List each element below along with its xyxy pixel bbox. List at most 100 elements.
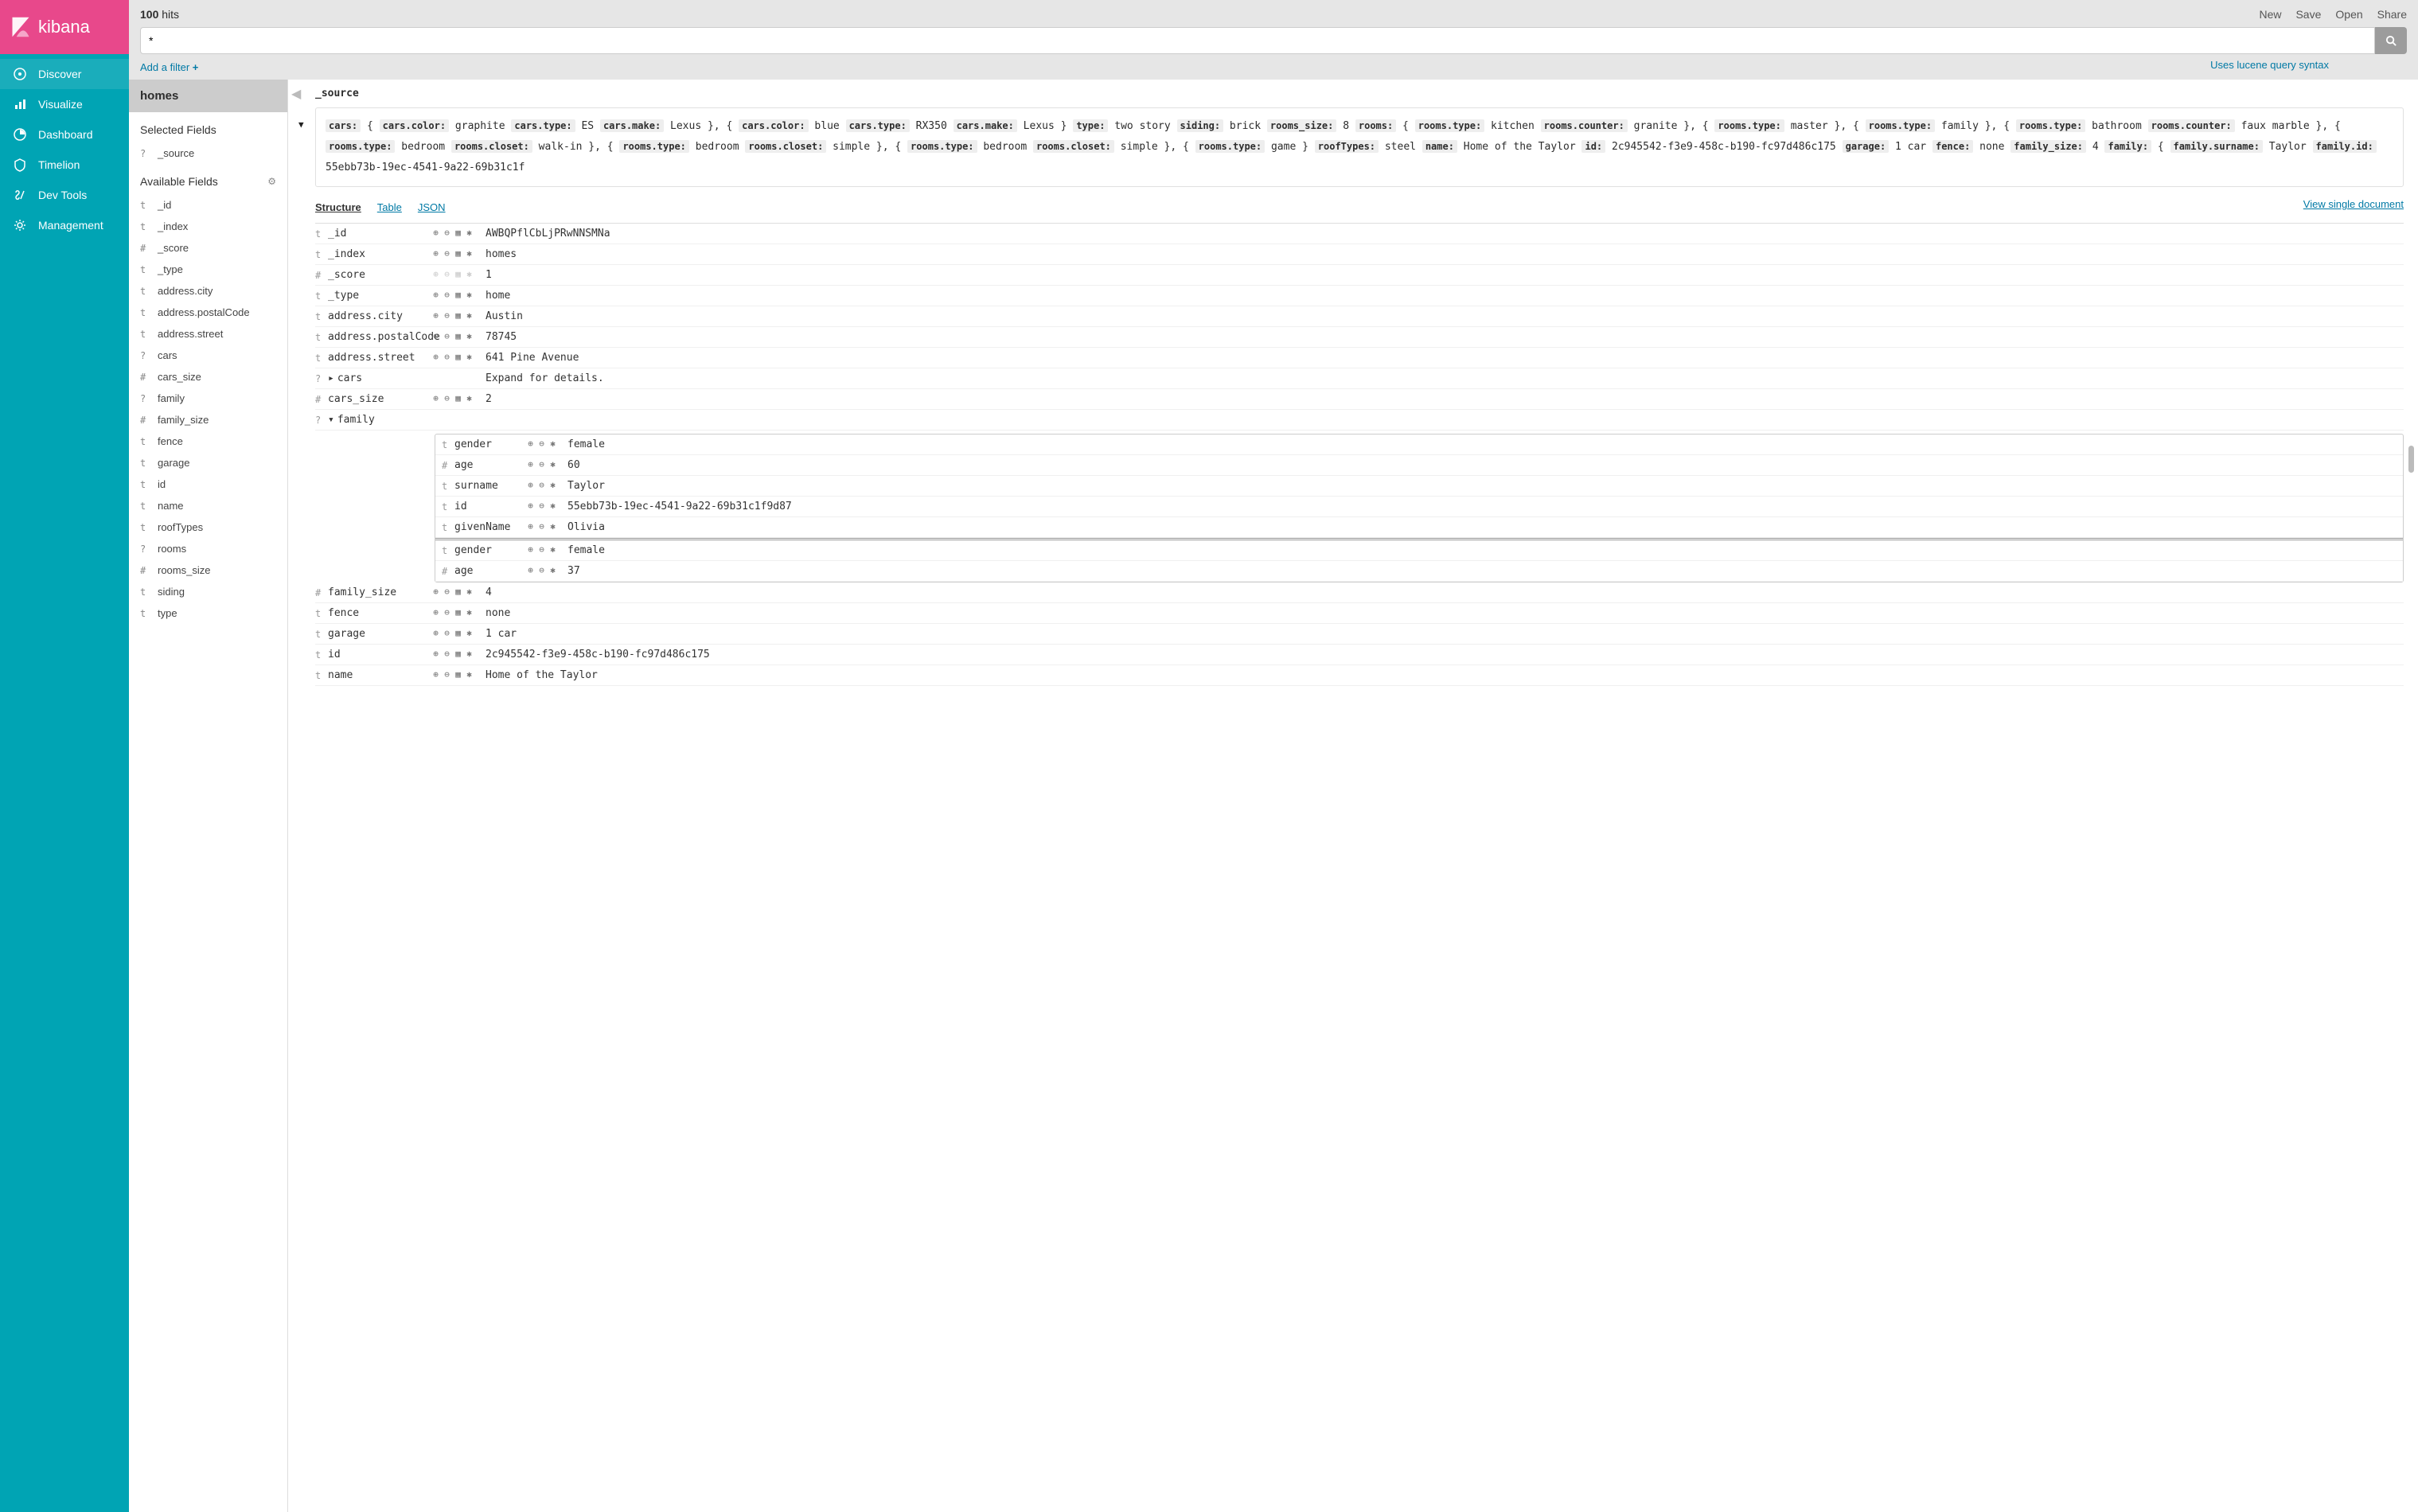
search-input[interactable] [140,27,2375,54]
field-item[interactable]: tid [129,473,287,495]
nav-item-visualize[interactable]: Visualize [0,89,129,119]
zoom-out-icon[interactable]: ⊖ [443,607,451,618]
zoom-out-icon[interactable]: ⊖ [537,521,546,532]
zoom-out-icon[interactable]: ⊖ [537,565,546,575]
zoom-in-icon[interactable]: ⊕ [431,586,440,597]
zoom-in-icon[interactable]: ⊕ [526,480,535,490]
action-new[interactable]: New [2259,8,2281,21]
zoom-in-icon[interactable]: ⊕ [431,310,440,321]
index-pattern-header[interactable]: homes [129,80,287,112]
field-item[interactable]: t_index [129,216,287,237]
nav-item-dev-tools[interactable]: Dev Tools [0,180,129,210]
star-icon[interactable]: ✱ [548,544,557,555]
column-icon[interactable]: ▦ [454,669,462,680]
zoom-out-icon[interactable]: ⊖ [537,501,546,511]
star-icon[interactable]: ✱ [465,290,474,300]
star-icon[interactable]: ✱ [465,586,474,597]
nav-item-timelion[interactable]: Timelion [0,150,129,180]
column-icon[interactable]: ▦ [454,393,462,403]
zoom-in-icon[interactable]: ⊕ [431,228,440,238]
zoom-out-icon[interactable]: ⊖ [537,480,546,490]
star-icon[interactable]: ✱ [465,331,474,341]
zoom-out-icon[interactable]: ⊖ [443,669,451,680]
field-item[interactable]: taddress.street [129,323,287,345]
zoom-in-icon[interactable]: ⊕ [431,628,440,638]
field-item[interactable]: t_type [129,259,287,280]
column-icon[interactable]: ▦ [454,649,462,659]
zoom-out-icon[interactable]: ⊖ [443,393,451,403]
column-icon[interactable]: ▦ [454,607,462,618]
zoom-out-icon[interactable]: ⊖ [443,649,451,659]
column-icon[interactable]: ▦ [454,248,462,259]
field-item[interactable]: #cars_size [129,366,287,388]
zoom-out-icon[interactable]: ⊖ [443,248,451,259]
zoom-in-icon[interactable]: ⊕ [431,393,440,403]
star-icon[interactable]: ✱ [465,607,474,618]
nav-item-management[interactable]: Management [0,210,129,240]
tab-table[interactable]: Table [377,198,402,216]
column-icon[interactable]: ▦ [454,331,462,341]
column-icon[interactable]: ▦ [454,586,462,597]
action-save[interactable]: Save [2295,8,2321,21]
field-item[interactable]: troofTypes [129,516,287,538]
collapse-panel-icon[interactable]: ◀ [291,86,301,102]
star-icon[interactable]: ✱ [465,228,474,238]
zoom-in-icon[interactable]: ⊕ [431,269,440,279]
zoom-out-icon[interactable]: ⊖ [443,352,451,362]
field-item[interactable]: ?_source [129,142,287,164]
zoom-out-icon[interactable]: ⊖ [443,331,451,341]
zoom-in-icon[interactable]: ⊕ [431,352,440,362]
star-icon[interactable]: ✱ [548,521,557,532]
zoom-in-icon[interactable]: ⊕ [526,565,535,575]
field-item[interactable]: tsiding [129,581,287,602]
tab-structure[interactable]: Structure [315,198,361,216]
zoom-in-icon[interactable]: ⊕ [526,521,535,532]
zoom-out-icon[interactable]: ⊖ [443,228,451,238]
star-icon[interactable]: ✱ [548,480,557,490]
zoom-out-icon[interactable]: ⊖ [443,310,451,321]
star-icon[interactable]: ✱ [548,459,557,470]
zoom-in-icon[interactable]: ⊕ [526,501,535,511]
scrollbar-thumb[interactable] [2408,446,2414,473]
field-item[interactable]: ttype [129,602,287,624]
action-share[interactable]: Share [2377,8,2407,21]
zoom-out-icon[interactable]: ⊖ [443,269,451,279]
field-item[interactable]: ?rooms [129,538,287,559]
field-item[interactable]: t_id [129,194,287,216]
zoom-in-icon[interactable]: ⊕ [431,669,440,680]
star-icon[interactable]: ✱ [465,393,474,403]
field-item[interactable]: tgarage [129,452,287,473]
search-button[interactable] [2375,27,2407,54]
column-icon[interactable]: ▦ [454,290,462,300]
zoom-in-icon[interactable]: ⊕ [526,438,535,449]
nav-item-discover[interactable]: Discover [0,59,129,89]
column-icon[interactable]: ▦ [454,228,462,238]
column-icon[interactable]: ▦ [454,352,462,362]
nav-item-dashboard[interactable]: Dashboard [0,119,129,150]
zoom-in-icon[interactable]: ⊕ [431,607,440,618]
star-icon[interactable]: ✱ [548,565,557,575]
field-item[interactable]: #rooms_size [129,559,287,581]
field-item[interactable]: ?family [129,388,287,409]
column-icon[interactable]: ▦ [454,269,462,279]
field-item[interactable]: ?cars [129,345,287,366]
zoom-in-icon[interactable]: ⊕ [431,248,440,259]
zoom-out-icon[interactable]: ⊖ [537,459,546,470]
zoom-out-icon[interactable]: ⊖ [443,290,451,300]
expand-caret-icon[interactable]: ▼ [298,116,304,134]
field-item[interactable]: tname [129,495,287,516]
star-icon[interactable]: ✱ [548,438,557,449]
star-icon[interactable]: ✱ [465,649,474,659]
star-icon[interactable]: ✱ [465,248,474,259]
star-icon[interactable]: ✱ [548,501,557,511]
field-item[interactable]: #family_size [129,409,287,431]
tab-json[interactable]: JSON [418,198,446,216]
zoom-out-icon[interactable]: ⊖ [443,586,451,597]
zoom-in-icon[interactable]: ⊕ [431,290,440,300]
caret-down-icon[interactable] [328,414,337,426]
view-single-document-link[interactable]: View single document [2303,198,2404,210]
zoom-in-icon[interactable]: ⊕ [431,649,440,659]
zoom-out-icon[interactable]: ⊖ [537,438,546,449]
field-item[interactable]: taddress.city [129,280,287,302]
zoom-out-icon[interactable]: ⊖ [443,628,451,638]
